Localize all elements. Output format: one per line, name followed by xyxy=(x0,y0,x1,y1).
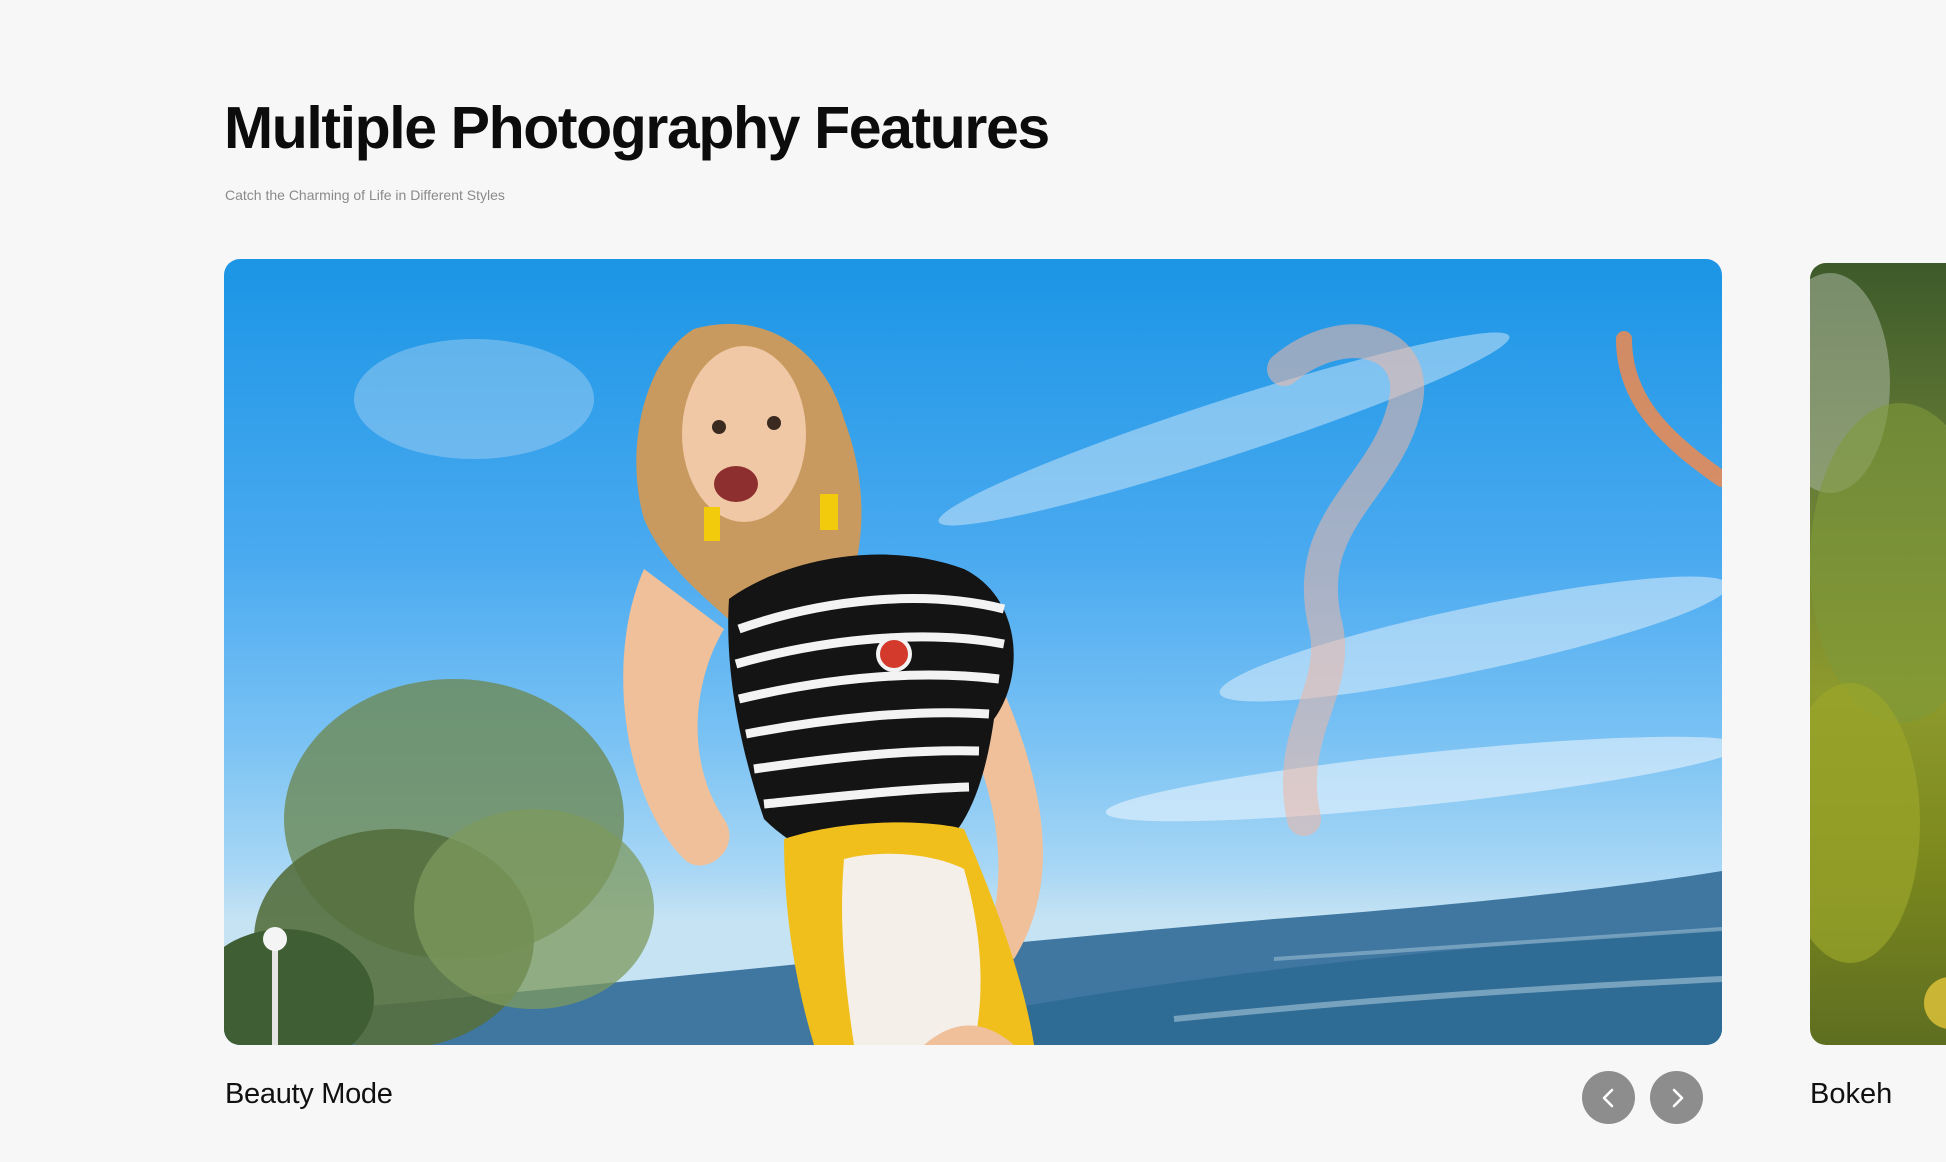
feature-carousel: Beauty Mode Bokeh xyxy=(0,0,1946,1162)
photography-features-page: Multiple Photography Features Catch the … xyxy=(0,0,1946,1162)
chevron-right-icon xyxy=(1672,1088,1683,1107)
slide-label-bokeh[interactable]: Bokeh xyxy=(1810,1078,1892,1111)
carousel-prev-button[interactable] xyxy=(1582,1071,1635,1124)
carousel-next-button[interactable] xyxy=(1650,1071,1703,1124)
bokeh-photo[interactable] xyxy=(1810,263,1946,1045)
beauty-mode-photo xyxy=(224,259,1722,1045)
slide-label-beauty-mode: Beauty Mode xyxy=(225,1078,393,1110)
chevron-left-icon xyxy=(1602,1088,1613,1107)
